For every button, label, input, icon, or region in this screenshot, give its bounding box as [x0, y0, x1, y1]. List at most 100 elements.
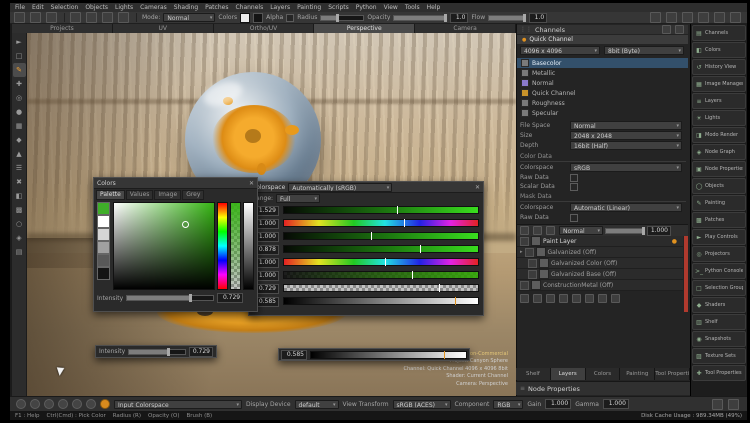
channel-list-item[interactable]: Metallic	[517, 68, 688, 78]
menu-view[interactable]: View	[384, 3, 398, 12]
radius-slider[interactable]	[320, 15, 364, 21]
color-picker-square[interactable]	[113, 202, 215, 290]
menu-cameras[interactable]: Cameras	[140, 3, 167, 12]
save-project-icon[interactable]	[46, 12, 57, 23]
menu-python[interactable]: Python	[356, 3, 377, 12]
add-mask-icon[interactable]	[546, 226, 555, 235]
white-gradient-slider[interactable]	[310, 351, 467, 359]
redo-icon[interactable]	[86, 12, 97, 23]
tab-tool-properties[interactable]: Tool Properties	[655, 368, 690, 380]
file-space-dropdown[interactable]: Normal	[570, 121, 682, 130]
open-project-icon[interactable]	[30, 12, 41, 23]
channel-list-item[interactable]: Quick Channel	[517, 88, 688, 98]
undo-icon[interactable]	[70, 12, 81, 23]
lock-layer-icon[interactable]	[559, 294, 568, 303]
background-color-swatch[interactable]	[253, 13, 263, 23]
color-swatch[interactable]	[97, 228, 110, 241]
palette-button-shelf[interactable]: ▥Shelf	[692, 314, 746, 330]
paint-tool-icon[interactable]: ✎	[13, 63, 26, 77]
close-icon[interactable]: ✕	[249, 180, 254, 187]
hue-strip[interactable]	[217, 202, 228, 290]
go-to-end-icon[interactable]	[86, 399, 96, 409]
stop-icon[interactable]	[58, 399, 68, 409]
merge-layer-icon[interactable]	[533, 294, 542, 303]
layer-visibility-icon[interactable]	[520, 237, 529, 246]
layer-row[interactable]: ConstructionMetal (Off)	[517, 280, 683, 291]
eraser-tool-icon[interactable]: ●	[13, 105, 26, 119]
size-dropdown[interactable]: 2048 x 2048	[570, 131, 682, 140]
palette-button-node-properties[interactable]: ▣Node Properties	[692, 161, 746, 177]
intensity-slider[interactable]	[126, 295, 214, 301]
cache-layer-icon[interactable]	[572, 294, 581, 303]
play-backward-icon[interactable]	[44, 399, 54, 409]
layer-amount-slider[interactable]	[605, 228, 645, 234]
layer-visibility-icon[interactable]	[528, 270, 537, 279]
hud-toggle-icon[interactable]	[728, 399, 739, 410]
red-channel-slider[interactable]	[283, 206, 479, 214]
display-device-dropdown[interactable]: default	[295, 400, 339, 409]
green-channel-slider[interactable]	[283, 232, 479, 240]
gradient-tool-icon[interactable]: ◆	[13, 133, 26, 147]
symmetry-icon[interactable]	[650, 12, 661, 23]
blue-channel-slider[interactable]	[283, 245, 479, 253]
delete-layer-icon[interactable]	[611, 294, 620, 303]
layer-row[interactable]: Galvanized Base (Off)	[517, 269, 683, 280]
view-transform-dropdown[interactable]: sRGB (ACES)	[393, 400, 451, 409]
palette-button-objects[interactable]: ◯Objects	[692, 178, 746, 194]
add-group-icon[interactable]	[533, 226, 542, 235]
patch-select-tool-icon[interactable]: ▩	[13, 203, 26, 217]
drag-dots-icon[interactable]: ≡	[520, 385, 525, 392]
palette-button-layers[interactable]: ≡Layers	[692, 93, 746, 109]
tab-projects[interactable]: Projects	[12, 24, 113, 33]
tab-painting[interactable]: Painting	[620, 368, 655, 380]
layer-visibility-icon[interactable]	[520, 281, 529, 290]
active-brush-icon[interactable]	[100, 399, 110, 409]
channel-list-item[interactable]: Roughness	[517, 98, 688, 108]
palette-button-play-controls[interactable]: ►Play Controls	[692, 229, 746, 245]
input-colorspace-dropdown[interactable]: Input Colorspace	[114, 400, 242, 409]
palette-button-history-view[interactable]: ↺History View	[692, 59, 746, 75]
opacity-value[interactable]: 1.0	[450, 13, 468, 23]
fullscreen-icon[interactable]	[712, 399, 723, 410]
channel-list-item[interactable]: Specular	[517, 108, 688, 118]
blend-mode-dropdown[interactable]: Normal	[559, 226, 603, 235]
palette-button-colors[interactable]: ◧Colors	[692, 42, 746, 58]
color-swatch[interactable]	[97, 254, 110, 267]
intensity-value[interactable]: 0.729	[217, 293, 243, 303]
menu-selection[interactable]: Selection	[51, 3, 79, 12]
white-slider-value[interactable]: 0.585	[281, 350, 307, 360]
current-channel-row[interactable]: ● Quick Channel	[517, 35, 688, 44]
opacity-slider[interactable]	[393, 15, 447, 21]
tab-ortho-uv[interactable]: Ortho/UV	[214, 24, 315, 33]
go-to-start-icon[interactable]	[16, 399, 26, 409]
play-forward-icon[interactable]	[72, 399, 82, 409]
palette-button-projectors[interactable]: ◎Projectors	[692, 246, 746, 262]
snapshot-icon[interactable]	[730, 12, 741, 23]
layer-row[interactable]: Paint Layer ●	[517, 236, 683, 247]
transform-tool-icon[interactable]: ◈	[13, 231, 26, 245]
colors-dialog-titlebar[interactable]: Colors ✕	[94, 178, 257, 189]
grid-toggle-icon[interactable]	[682, 12, 693, 23]
floating-intensity-slider[interactable]	[128, 349, 186, 355]
fill-tool-icon[interactable]: ▦	[13, 119, 26, 133]
palette-button-texture-sets[interactable]: ▨Texture Sets	[692, 348, 746, 364]
menu-objects[interactable]: Objects	[85, 3, 108, 12]
marquee-select-tool-icon[interactable]: □	[13, 49, 26, 63]
value-strip[interactable]	[243, 202, 254, 290]
menu-file[interactable]: File	[15, 3, 25, 12]
saturation-slider[interactable]	[283, 258, 479, 266]
tab-perspective[interactable]: Perspective	[314, 24, 415, 33]
palette-button-modo-render[interactable]: ◨Modo Render	[692, 127, 746, 143]
flow-slider[interactable]	[488, 15, 526, 21]
depth-dropdown[interactable]: 16bit (Half)	[570, 141, 682, 150]
palette-button-painting[interactable]: ✎Painting	[692, 195, 746, 211]
paint-through-tool-icon[interactable]: ✚	[13, 77, 26, 91]
colorspace-auto-dropdown[interactable]: Automatically (sRGB)	[288, 183, 392, 192]
palette-button-selection-groups[interactable]: □Selection Groups	[692, 280, 746, 296]
scalar-data-checkbox[interactable]	[570, 183, 578, 191]
flatten-layer-icon[interactable]	[546, 294, 555, 303]
component-dropdown[interactable]: RGB	[493, 400, 523, 409]
color-swatch[interactable]	[97, 267, 110, 280]
lock-tool-icon[interactable]: ◧	[13, 189, 26, 203]
share-layer-icon[interactable]	[585, 294, 594, 303]
